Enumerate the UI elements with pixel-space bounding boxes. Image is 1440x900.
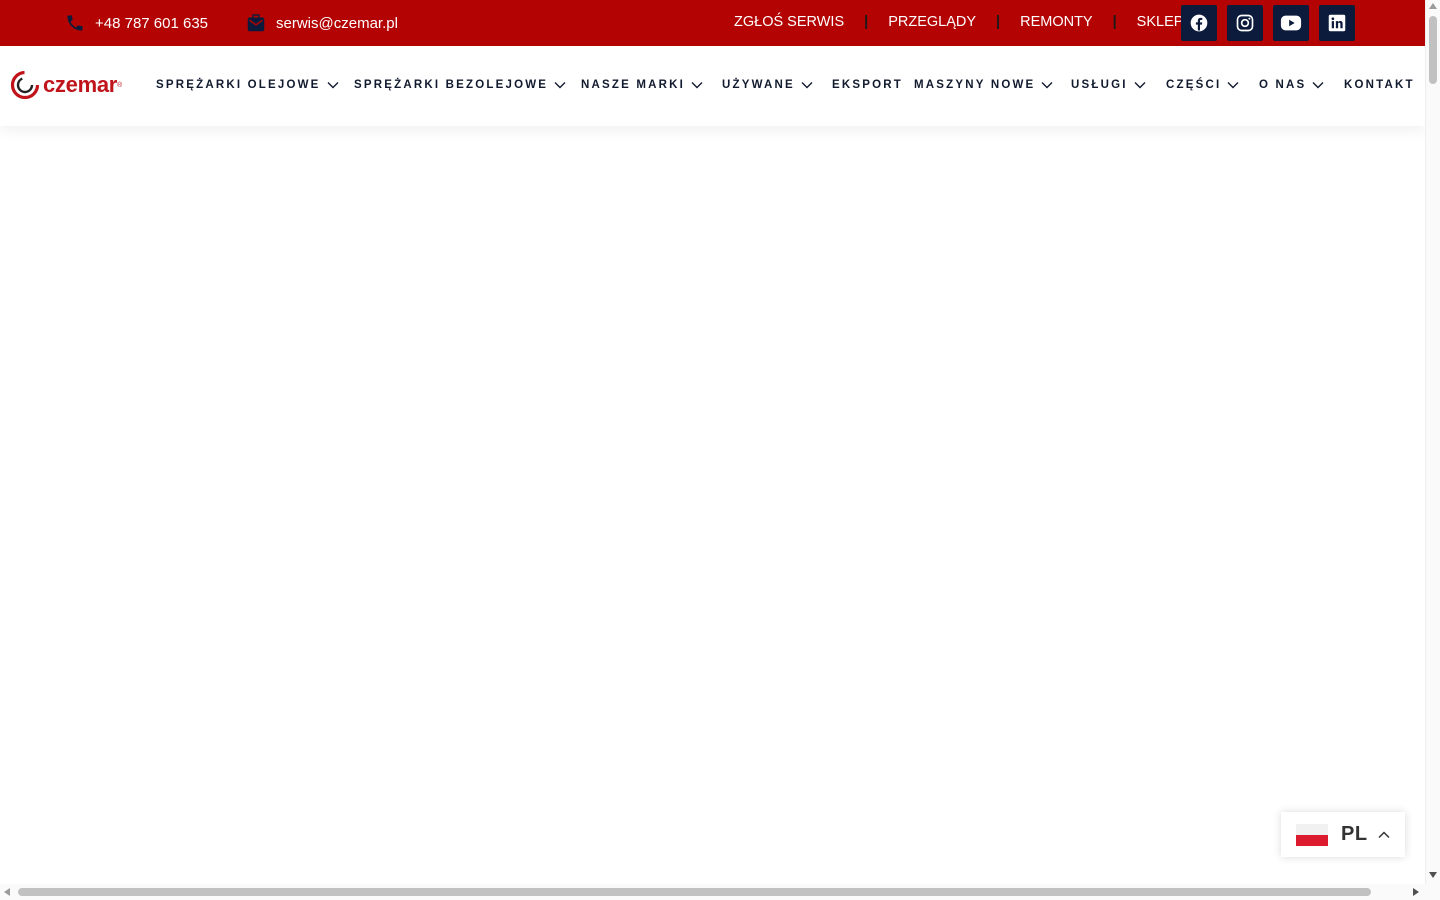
linkedin-button[interactable] [1319, 5, 1355, 41]
nav-item-label: USŁUGI [1071, 79, 1128, 91]
separator: | [1112, 14, 1117, 30]
phone-icon [64, 12, 86, 34]
chevron-down-icon [1134, 82, 1146, 89]
chevron-down-icon [1041, 82, 1053, 89]
chevron-down-icon [691, 82, 703, 89]
nav-item-o-nas[interactable]: O NAS [1259, 46, 1324, 124]
linkedin-icon [1328, 14, 1346, 32]
top-link-zglos-serwis[interactable]: ZGŁOŚ SERWIS [734, 14, 844, 30]
chevron-down-icon [1312, 82, 1324, 89]
nav-item-label: KONTAKT [1344, 79, 1415, 91]
scroll-up-arrow-icon[interactable] [1429, 3, 1437, 9]
horizontal-scrollbar-thumb[interactable] [18, 888, 1371, 896]
email-address[interactable]: serwis@czemar.pl [276, 15, 398, 32]
nav-item-eksport[interactable]: EKSPORT [832, 46, 903, 124]
nav-item-sprezarki-bezolejowe[interactable]: SPRĘŻARKI BEZOLEJOWE [354, 46, 566, 124]
scroll-left-arrow-icon[interactable] [4, 888, 10, 896]
nav-item-maszyny-nowe[interactable]: MASZYNY NOWE [914, 46, 1053, 124]
phone-contact[interactable]: +48 787 601 635 [64, 0, 208, 46]
separator: | [996, 14, 1001, 30]
scroll-down-arrow-icon[interactable] [1429, 872, 1437, 878]
logo[interactable]: czemar ® [10, 70, 122, 100]
nav-item-label: MASZYNY NOWE [914, 79, 1036, 91]
poland-flag-icon [1296, 823, 1328, 846]
logo-registered-mark: ® [117, 81, 123, 89]
facebook-icon [1190, 14, 1208, 32]
chevron-down-icon [327, 82, 339, 89]
youtube-button[interactable] [1273, 5, 1309, 41]
social-links [1181, 5, 1355, 41]
nav-item-uzywane[interactable]: UŻYWANE [722, 46, 813, 124]
phone-number[interactable]: +48 787 601 635 [95, 15, 208, 32]
scroll-right-arrow-icon[interactable] [1413, 888, 1419, 896]
instagram-icon [1236, 14, 1254, 32]
nav-item-label: NASZE MARKI [581, 79, 686, 91]
top-links: ZGŁOŚ SERWIS | PRZEGLĄDY | REMONTY | SKL… [734, 0, 1183, 44]
nav-item-czesci[interactable]: CZĘŚCI [1166, 46, 1239, 124]
nav-item-nasze-marki[interactable]: NASZE MARKI [581, 46, 703, 124]
language-code: PL [1341, 823, 1368, 845]
top-bar: +48 787 601 635 serwis@czemar.pl ZGŁOŚ S… [0, 0, 1425, 46]
main-navbar: czemar ® SPRĘŻARKI OLEJOWE SPRĘŻARKI BEZ… [0, 46, 1425, 126]
nav-item-label: CZĘŚCI [1166, 79, 1222, 91]
top-link-remonty[interactable]: REMONTY [1020, 14, 1093, 30]
separator: | [864, 14, 869, 30]
language-switcher[interactable]: PL [1281, 812, 1405, 857]
top-link-sklep[interactable]: SKLEP [1137, 14, 1184, 30]
logo-swirl-icon [10, 70, 40, 100]
nav-item-uslugi[interactable]: USŁUGI [1071, 46, 1146, 124]
logo-text: czemar [43, 72, 118, 97]
nav-item-label: UŻYWANE [722, 79, 795, 91]
chevron-down-icon [1227, 82, 1239, 89]
scrollbar-corner [1425, 884, 1440, 900]
email-contact[interactable]: serwis@czemar.pl [245, 0, 398, 46]
vertical-scrollbar[interactable] [1425, 0, 1440, 884]
horizontal-scrollbar[interactable] [0, 884, 1425, 900]
instagram-button[interactable] [1227, 5, 1263, 41]
nav-item-label: SPRĘŻARKI BEZOLEJOWE [354, 79, 549, 91]
chevron-down-icon [554, 82, 566, 89]
vertical-scrollbar-thumb[interactable] [1429, 16, 1437, 84]
nav-item-label: O NAS [1259, 79, 1307, 91]
top-link-przeglady[interactable]: PRZEGLĄDY [888, 14, 976, 30]
chevron-up-icon [1378, 830, 1390, 838]
nav-item-kontakt[interactable]: KONTAKT [1344, 46, 1415, 124]
nav-item-label: EKSPORT [832, 79, 903, 91]
facebook-button[interactable] [1181, 5, 1217, 41]
nav-item-sprezarki-olejowe[interactable]: SPRĘŻARKI OLEJOWE [156, 46, 339, 124]
nav-item-label: SPRĘŻARKI OLEJOWE [156, 79, 321, 91]
page-content [0, 126, 1425, 884]
youtube-icon [1280, 15, 1302, 31]
mailbox-icon [245, 12, 267, 34]
chevron-down-icon [801, 82, 813, 89]
